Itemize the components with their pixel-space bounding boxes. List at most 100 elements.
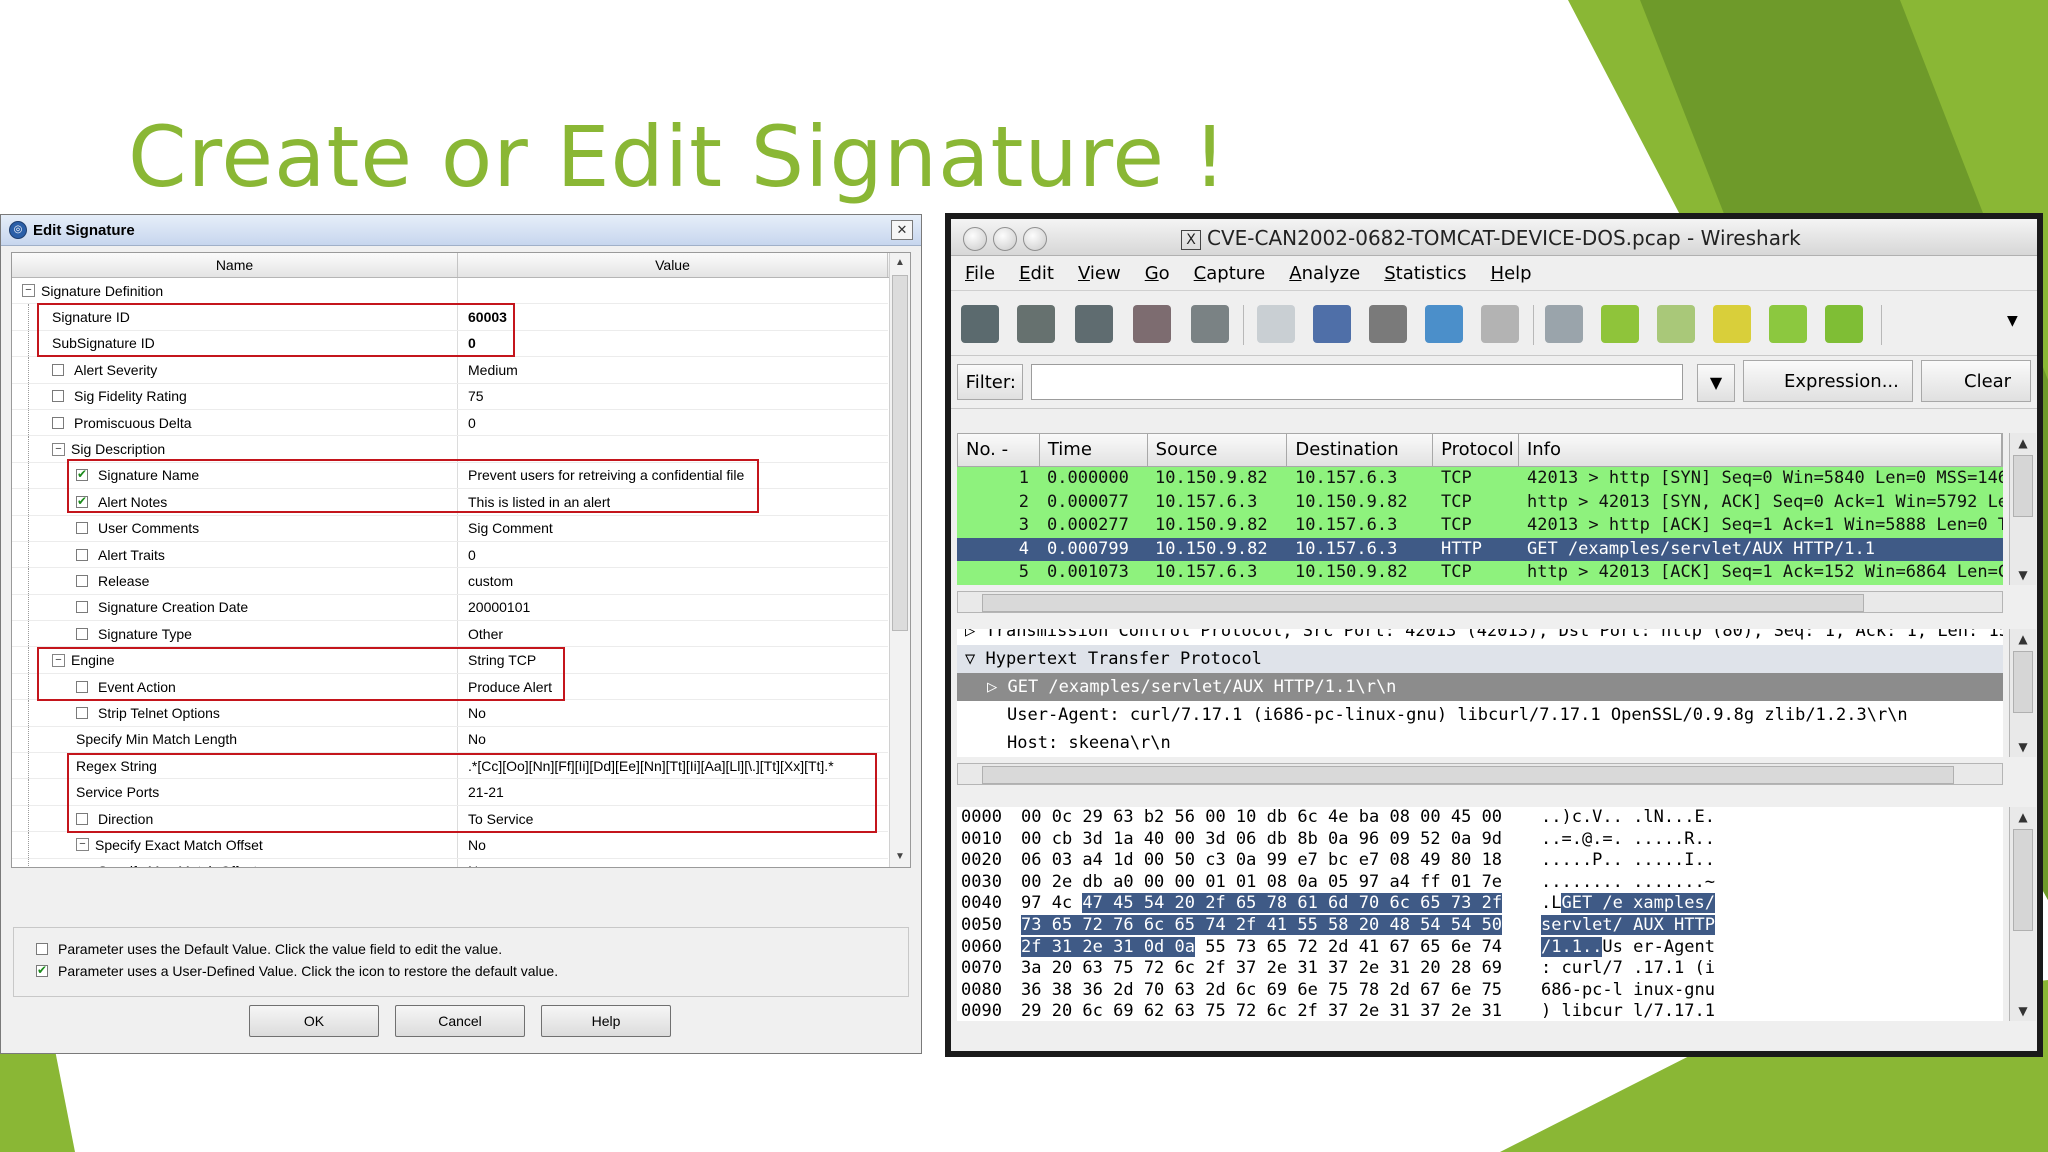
menu-go[interactable]: Go — [1145, 263, 1170, 284]
byte-row[interactable]: 0000 00 0c 29 63 b2 56 00 10 db 6c 4e ba … — [957, 807, 2003, 829]
toolbar-overflow-icon[interactable]: ▼ — [2007, 313, 2018, 329]
scroll-down-arrow[interactable]: ▼ — [2010, 565, 2036, 585]
grid-row[interactable]: Strip Telnet Options No — [12, 700, 888, 727]
restart-capture-icon[interactable] — [1191, 305, 1229, 343]
grid-row[interactable]: User Comments Sig Comment — [12, 515, 888, 542]
save-file-icon[interactable] — [1313, 305, 1351, 343]
packet-row[interactable]: 3 0.000277 10.150.9.82 10.157.6.3 TCP 42013 >… — [957, 514, 2003, 538]
grid-row[interactable]: − Sig Description — [12, 436, 888, 463]
filter-button[interactable]: Filter: — [957, 364, 1023, 400]
scroll-up-arrow[interactable]: ▲ — [2010, 629, 2036, 649]
grid-row[interactable]: Signature Creation Date 20000101 — [12, 594, 888, 622]
packet-list-hscroll[interactable] — [957, 591, 2003, 613]
column-no[interactable]: No. - — [958, 434, 1040, 466]
grid-row[interactable]: Regex String .*[Cc][Oo][Nn][Ff][Ii][Dd][E… — [12, 753, 888, 780]
collapse-toggle-icon[interactable]: − — [22, 284, 35, 298]
first-packet-icon[interactable] — [1769, 305, 1807, 343]
reload-icon[interactable] — [1425, 305, 1463, 343]
grid-row[interactable]: Direction To Service — [12, 805, 888, 833]
grid-row-value[interactable]: 0 — [458, 335, 476, 351]
scroll-up-arrow[interactable]: ▲ — [2010, 433, 2036, 453]
grid-row[interactable]: Alert Severity Medium — [12, 357, 888, 384]
filter-input[interactable] — [1031, 364, 1683, 400]
grid-row[interactable]: − Engine String TCP — [12, 647, 888, 674]
details-hscroll[interactable] — [957, 763, 2003, 785]
default-value-checkbox-icon[interactable] — [52, 390, 64, 403]
collapsed-arrow-icon[interactable]: ▷ — [987, 677, 1007, 697]
bytes-scrollbar[interactable]: ▲ ▼ — [2009, 807, 2036, 1021]
grid-row-value[interactable]: No — [458, 837, 486, 853]
grid-row-value[interactable]: No — [458, 705, 486, 721]
grid-row-value[interactable]: 0 — [458, 415, 476, 431]
detail-row[interactable]: User-Agent: curl/7.17.1 (i686-pc-linux-g… — [957, 701, 2003, 729]
print-icon[interactable] — [1481, 305, 1519, 343]
default-value-checkbox-icon[interactable] — [76, 574, 88, 587]
go-to-packet-icon[interactable] — [1713, 305, 1751, 343]
grid-row[interactable]: ✔ Alert Notes This is listed in an alert — [12, 489, 888, 516]
byte-row[interactable]: 0070 3a 20 63 75 72 6c 2f 37 2e 31 37 2e … — [957, 958, 2003, 980]
grid-row[interactable]: Service Ports 21-21 — [12, 779, 888, 806]
grid-row-value[interactable]: Medium — [458, 362, 518, 378]
detail-row[interactable]: ▷ Transmission Control Protocol, Src Por… — [957, 629, 2003, 645]
collapse-toggle-icon[interactable]: − — [52, 653, 65, 667]
grid-scrollbar[interactable]: ▲ ▼ — [889, 253, 910, 867]
interfaces-icon[interactable] — [961, 305, 999, 343]
cancel-button[interactable]: Cancel — [395, 1005, 525, 1037]
filter-dropdown[interactable]: ▼ — [1697, 364, 1735, 402]
grid-row[interactable]: Event Action Produce Alert — [12, 673, 888, 701]
go-back-icon[interactable] — [1601, 305, 1639, 343]
clear-button[interactable]: Clear — [1921, 360, 2031, 402]
grid-row-value[interactable]: No — [458, 863, 486, 867]
grid-row-value[interactable]: To Service — [458, 811, 533, 827]
default-value-checkbox-icon[interactable] — [52, 416, 64, 429]
window-close-dot[interactable] — [963, 227, 987, 251]
grid-row-value[interactable]: This is listed in an alert — [458, 494, 610, 510]
default-value-checkbox-icon[interactable] — [76, 812, 88, 825]
grid-row-value[interactable]: 60003 — [458, 309, 507, 325]
find-packet-icon[interactable] — [1545, 305, 1583, 343]
grid-row[interactable]: − Signature Definition — [12, 278, 888, 305]
scroll-down-arrow[interactable]: ▼ — [2010, 737, 2036, 757]
hscroll-thumb[interactable] — [982, 594, 1864, 612]
window-maximize-dot[interactable] — [1023, 227, 1047, 251]
menu-edit[interactable]: Edit — [1019, 263, 1054, 284]
column-time[interactable]: Time — [1040, 434, 1148, 466]
byte-row[interactable]: 0060 2f 31 2e 31 0d 0a 55 73 65 72 2d 41 … — [957, 936, 2003, 959]
grid-row-value[interactable]: 20000101 — [458, 599, 530, 615]
packet-row[interactable]: 5 0.001073 10.157.6.3 10.150.9.82 TCP http > … — [957, 561, 2003, 585]
default-value-checkbox-icon[interactable] — [76, 522, 88, 535]
grid-row-value[interactable]: String TCP — [458, 652, 536, 668]
scroll-thumb[interactable] — [2013, 455, 2033, 517]
close-file-icon[interactable] — [1369, 305, 1407, 343]
default-value-checkbox-icon[interactable] — [76, 601, 88, 614]
grid-row[interactable]: Specify Min Match Length No — [12, 726, 888, 754]
byte-row[interactable]: 0090 29 20 6c 69 62 63 75 72 6c 2f 37 2e … — [957, 1001, 2003, 1021]
grid-row-value[interactable]: 21-21 — [458, 784, 504, 800]
scroll-thumb[interactable] — [892, 275, 908, 631]
byte-row[interactable]: 0030 00 2e db a0 00 00 01 01 08 0a 05 97 … — [957, 872, 2003, 894]
packet-list-scrollbar[interactable]: ▲ ▼ — [2009, 433, 2036, 585]
last-packet-icon[interactable] — [1825, 305, 1863, 343]
default-value-checkbox-icon[interactable] — [76, 706, 88, 719]
grid-row-value[interactable]: Prevent users for retreiving a confident… — [458, 467, 744, 483]
scroll-down-arrow[interactable]: ▼ — [2010, 1001, 2036, 1021]
scroll-up-arrow[interactable]: ▲ — [890, 253, 910, 273]
grid-row-value[interactable]: Other — [458, 626, 503, 642]
byte-row[interactable]: 0010 00 cb 3d 1a 40 00 3d 06 db 8b 0a 96 … — [957, 829, 2003, 851]
hscroll-thumb[interactable] — [982, 766, 1954, 784]
grid-row-value[interactable]: Produce Alert — [458, 679, 552, 695]
scroll-thumb[interactable] — [2013, 651, 2033, 713]
start-capture-icon[interactable] — [1075, 305, 1113, 343]
capture-options-icon[interactable] — [1017, 305, 1055, 343]
byte-row[interactable]: 0080 36 38 36 2d 70 63 2d 6c 69 6e 75 78 … — [957, 980, 2003, 1002]
column-value[interactable]: Value — [458, 253, 888, 277]
grid-row-value[interactable]: 0 — [458, 547, 476, 563]
menu-file[interactable]: File — [965, 263, 995, 284]
byte-row[interactable]: 0050 73 65 72 76 6c 65 74 2f 41 55 58 20 … — [957, 914, 2003, 937]
column-destination[interactable]: Destination — [1287, 434, 1434, 466]
stop-capture-icon[interactable] — [1133, 305, 1171, 343]
user-defined-check-icon[interactable]: ✔ — [76, 468, 88, 482]
grid-row[interactable]: SubSignature ID 0 — [12, 330, 888, 358]
scroll-thumb[interactable] — [2013, 829, 2033, 931]
detail-row[interactable]: ▽ Hypertext Transfer Protocol — [957, 645, 2003, 673]
